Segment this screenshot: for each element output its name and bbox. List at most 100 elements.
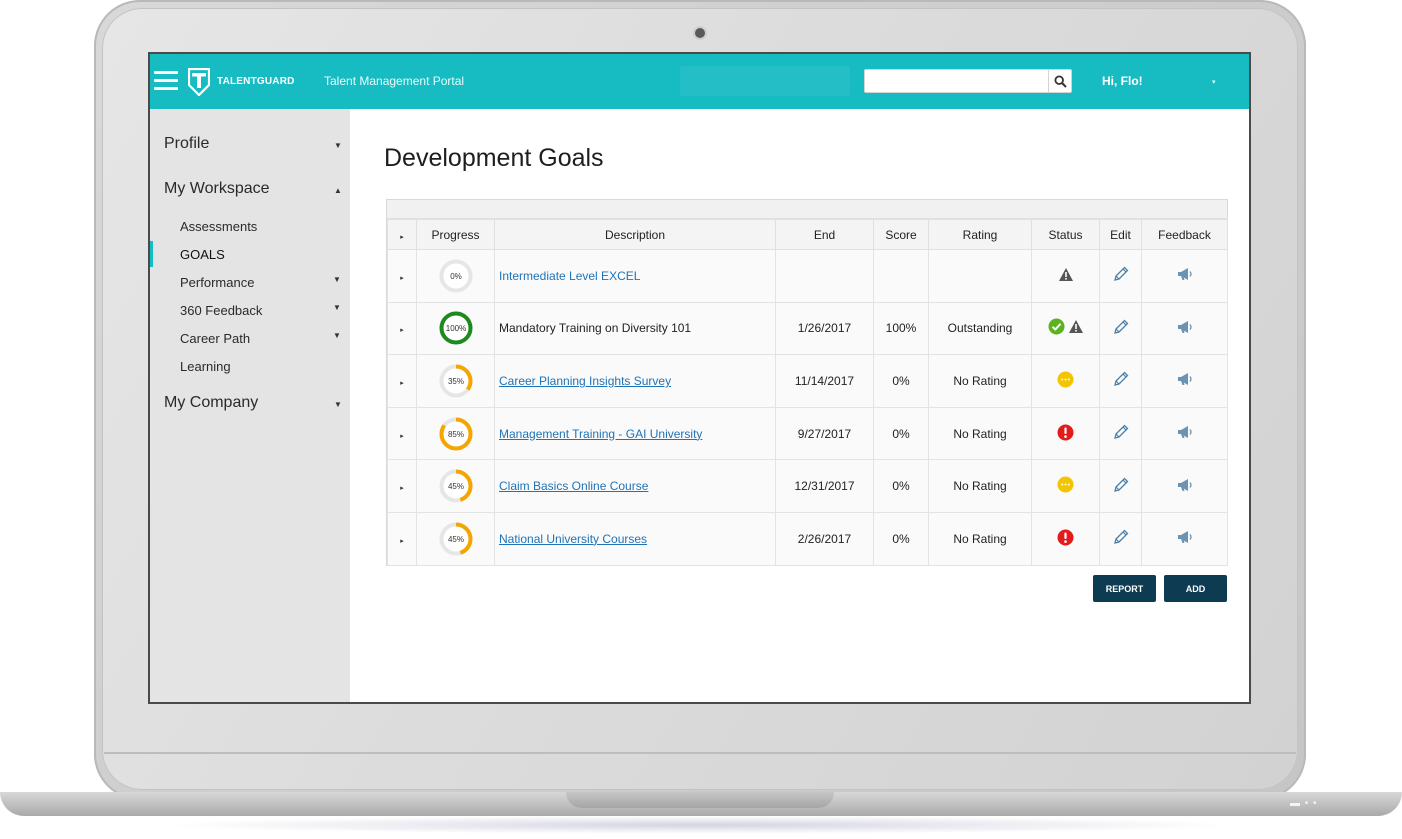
status-alert-icon <box>1057 424 1074 444</box>
row-expand-cell[interactable]: ▸ <box>387 511 417 566</box>
feedback-cell <box>1141 406 1228 461</box>
row-expand-cell[interactable]: ▸ <box>387 249 417 303</box>
score-cell: 0% <box>873 406 929 461</box>
add-button[interactable]: ADD <box>1164 575 1227 602</box>
profile-caret-icon[interactable]: ▼ <box>334 141 342 150</box>
goal-description[interactable]: Management Training - GAI University <box>499 427 702 441</box>
row-expand-cell[interactable]: ▸ <box>387 459 417 513</box>
sidebar-item-goals[interactable]: GOALS <box>180 247 225 262</box>
edit-cell <box>1099 301 1142 356</box>
sidebar-item-profile[interactable]: Profile <box>164 135 209 153</box>
pencil-icon[interactable] <box>1112 370 1130 391</box>
column-header-rating[interactable]: Rating <box>928 219 1032 250</box>
score-cell <box>873 249 929 303</box>
goals-table-panel: ▸ Progress Description End Score Rating … <box>386 199 1228 566</box>
megaphone-icon[interactable] <box>1176 529 1194 548</box>
feedback-cell <box>1141 459 1228 513</box>
career-path-caret-icon[interactable]: ▼ <box>333 331 341 340</box>
sidebar-item-my-company[interactable]: My Company <box>164 394 258 412</box>
expand-all-header[interactable]: ▸ <box>387 219 417 250</box>
360-feedback-caret-icon[interactable]: ▼ <box>333 303 341 312</box>
search-button[interactable] <box>1048 70 1071 92</box>
talentguard-logo-icon <box>188 68 210 96</box>
row-expand-icon[interactable]: ▸ <box>400 538 404 545</box>
feedback-cell <box>1141 354 1228 408</box>
pencil-icon[interactable] <box>1112 318 1130 339</box>
sidebar-item-career-path[interactable]: Career Path <box>180 331 250 346</box>
progress-label: 85% <box>447 430 463 439</box>
progress-label: 45% <box>447 482 463 491</box>
column-header-status[interactable]: Status <box>1031 219 1100 250</box>
indicator-lights: ▬ • • <box>1290 798 1318 809</box>
pencil-icon[interactable] <box>1112 528 1130 549</box>
row-expand-icon[interactable]: ▸ <box>400 275 404 282</box>
report-button[interactable]: REPORT <box>1093 575 1156 602</box>
sidebar-item-learning[interactable]: Learning <box>180 359 231 374</box>
table-row: ▸ 100% Mandatory Training on Diversity 101… <box>387 301 1228 356</box>
progress-cell: 85% <box>416 406 495 461</box>
row-expand-icon[interactable]: ▸ <box>400 485 404 492</box>
search-input[interactable] <box>865 70 1049 92</box>
row-expand-icon[interactable]: ▸ <box>400 433 404 440</box>
user-menu-caret-icon[interactable]: ▾ <box>1212 78 1216 86</box>
column-header-progress[interactable]: Progress <box>416 219 495 250</box>
my-company-caret-icon[interactable]: ▼ <box>334 400 342 409</box>
column-header-feedback[interactable]: Feedback <box>1141 219 1228 250</box>
sidebar-item-assessments[interactable]: Assessments <box>180 219 257 234</box>
edit-cell <box>1099 511 1142 566</box>
performance-caret-icon[interactable]: ▼ <box>333 275 341 284</box>
sidebar-item-360-feedback[interactable]: 360 Feedback <box>180 303 262 318</box>
table-header-row: ▸ Progress Description End Score Rating … <box>387 219 1228 250</box>
goal-description[interactable]: Intermediate Level EXCEL <box>499 269 640 283</box>
megaphone-icon[interactable] <box>1176 477 1194 496</box>
row-expand-cell[interactable]: ▸ <box>387 301 417 356</box>
hamburger-icon[interactable] <box>154 71 178 91</box>
goal-description: Mandatory Training on Diversity 101 <box>499 321 692 336</box>
progress-label: 100% <box>445 324 465 333</box>
sidebar-item-performance[interactable]: Performance <box>180 275 254 290</box>
my-workspace-caret-icon[interactable]: ▲ <box>334 186 342 195</box>
pencil-icon[interactable] <box>1112 423 1130 444</box>
megaphone-icon[interactable] <box>1176 319 1194 338</box>
goal-description[interactable]: Career Planning Insights Survey <box>499 374 671 388</box>
feedback-cell <box>1141 301 1228 356</box>
row-expand-cell[interactable]: ▸ <box>387 354 417 408</box>
row-expand-cell[interactable]: ▸ <box>387 406 417 461</box>
feedback-cell <box>1141 249 1228 303</box>
table-row: ▸ 85% Management Training - GAI University… <box>387 406 1228 461</box>
edit-cell <box>1099 354 1142 408</box>
rating-cell: No Rating <box>928 511 1032 566</box>
status-cell <box>1031 406 1100 461</box>
row-expand-icon[interactable]: ▸ <box>400 380 404 387</box>
column-header-score[interactable]: Score <box>873 219 929 250</box>
score-cell: 0% <box>873 511 929 566</box>
top-header: TALENTGUARD Talent Management Portal Hi,… <box>150 54 1249 109</box>
status-cell <box>1031 459 1100 513</box>
status-cell <box>1031 511 1100 566</box>
bezel-divider <box>104 752 1296 754</box>
user-menu[interactable]: Hi, Flo! <box>1102 74 1143 88</box>
goal-description[interactable]: National University Courses <box>499 532 647 546</box>
rating-cell <box>928 249 1032 303</box>
progress-label: 0% <box>450 272 462 281</box>
goal-description[interactable]: Claim Basics Online Course <box>499 479 648 493</box>
row-expand-icon[interactable]: ▸ <box>400 327 404 334</box>
column-header-end[interactable]: End <box>775 219 874 250</box>
megaphone-icon[interactable] <box>1176 371 1194 390</box>
progress-ring: 45% <box>439 522 472 556</box>
status-in-progress-icon <box>1057 476 1074 496</box>
megaphone-icon[interactable] <box>1176 424 1194 443</box>
sidebar-item-my-workspace[interactable]: My Workspace <box>164 180 270 198</box>
column-header-description[interactable]: Description <box>494 219 776 250</box>
status-check-icon <box>1048 318 1065 338</box>
column-header-edit[interactable]: Edit <box>1099 219 1142 250</box>
table-row: ▸ 45% Claim Basics Online Course 12/31/2017… <box>387 459 1228 513</box>
status-cell <box>1031 249 1100 303</box>
pencil-icon[interactable] <box>1112 265 1130 286</box>
megaphone-icon[interactable] <box>1176 266 1194 285</box>
status-alert-icon <box>1057 529 1074 549</box>
laptop-notch <box>566 792 834 808</box>
pencil-icon[interactable] <box>1112 476 1130 497</box>
table-row: ▸ 35% Career Planning Insights Survey 11/14… <box>387 354 1228 408</box>
laptop-shadow <box>160 816 1240 834</box>
